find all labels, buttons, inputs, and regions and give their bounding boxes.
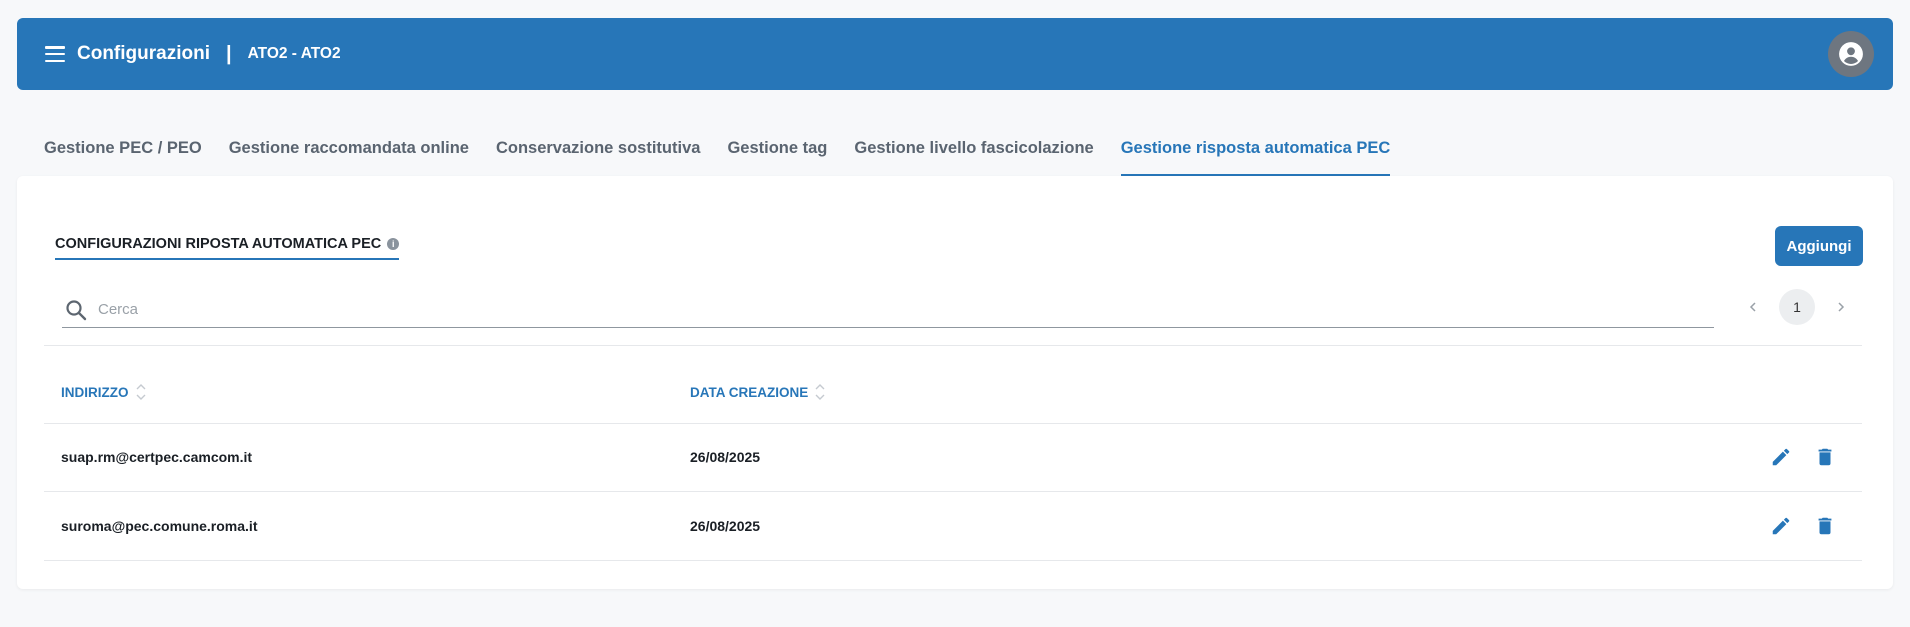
tab-bar: Gestione PEC / PEO Gestione raccomandata…	[44, 136, 1417, 176]
chevron-left-icon[interactable]	[1743, 297, 1763, 317]
column-header-label: DATA CREAZIONE	[690, 384, 809, 400]
add-button[interactable]: Aggiungi	[1775, 226, 1863, 266]
column-header-data-creazione[interactable]: DATA CREAZIONE	[690, 382, 826, 402]
page-number[interactable]: 1	[1779, 289, 1815, 325]
sort-icon	[815, 384, 825, 400]
column-header-indirizzo[interactable]: INDIRIZZO	[61, 382, 147, 402]
address-cell: suap.rm@certpec.camcom.it	[61, 449, 253, 465]
sort-icon	[136, 384, 145, 400]
avatar-icon	[1839, 42, 1863, 66]
edit-icon[interactable]	[1768, 513, 1794, 539]
app-header: Configurazioni | ATO2 - ATO2	[17, 18, 1893, 90]
tab-gestione-raccomandata-online[interactable]: Gestione raccomandata online	[229, 136, 469, 176]
section-title-text: CONFIGURAZIONI RIPOSTA AUTOMATICA PEC	[55, 236, 382, 252]
delete-icon[interactable]	[1812, 513, 1838, 539]
row-divider	[44, 560, 1862, 561]
search-input[interactable]	[98, 301, 1714, 318]
avatar[interactable]	[1828, 31, 1874, 77]
tab-gestione-pec-peo[interactable]: Gestione PEC / PEO	[44, 136, 202, 176]
search-icon	[66, 299, 87, 320]
tab-conservazione-sostitutiva[interactable]: Conservazione sostitutiva	[496, 136, 700, 176]
date-cell: 26/08/2025	[690, 449, 761, 465]
date-cell: 26/08/2025	[690, 518, 761, 534]
chevron-right-icon[interactable]	[1831, 297, 1851, 317]
column-header-label: INDIRIZZO	[61, 384, 129, 400]
content-card: CONFIGURAZIONI RIPOSTA AUTOMATICA PEC i …	[17, 176, 1893, 589]
app-title: Configurazioni	[77, 43, 210, 64]
tab-gestione-tag[interactable]: Gestione tag	[727, 136, 827, 176]
address-cell: suroma@pec.comune.roma.it	[61, 518, 258, 534]
header-separator: |	[225, 42, 232, 65]
pagination: 1	[1743, 289, 1851, 325]
divider	[44, 345, 1862, 346]
table-header-divider	[44, 423, 1862, 424]
menu-icon[interactable]	[45, 46, 65, 62]
search-bar	[62, 292, 1714, 328]
section-title: CONFIGURAZIONI RIPOSTA AUTOMATICA PEC i	[55, 236, 400, 260]
tab-gestione-livello-fascicolazione[interactable]: Gestione livello fascicolazione	[854, 136, 1093, 176]
tab-gestione-risposta-automatica-pec[interactable]: Gestione risposta automatica PEC	[1120, 136, 1391, 176]
edit-icon[interactable]	[1768, 444, 1794, 470]
delete-icon[interactable]	[1812, 444, 1838, 470]
row-divider	[44, 491, 1862, 492]
info-icon[interactable]: i	[387, 238, 400, 250]
organization-label: ATO2 - ATO2	[247, 45, 341, 62]
